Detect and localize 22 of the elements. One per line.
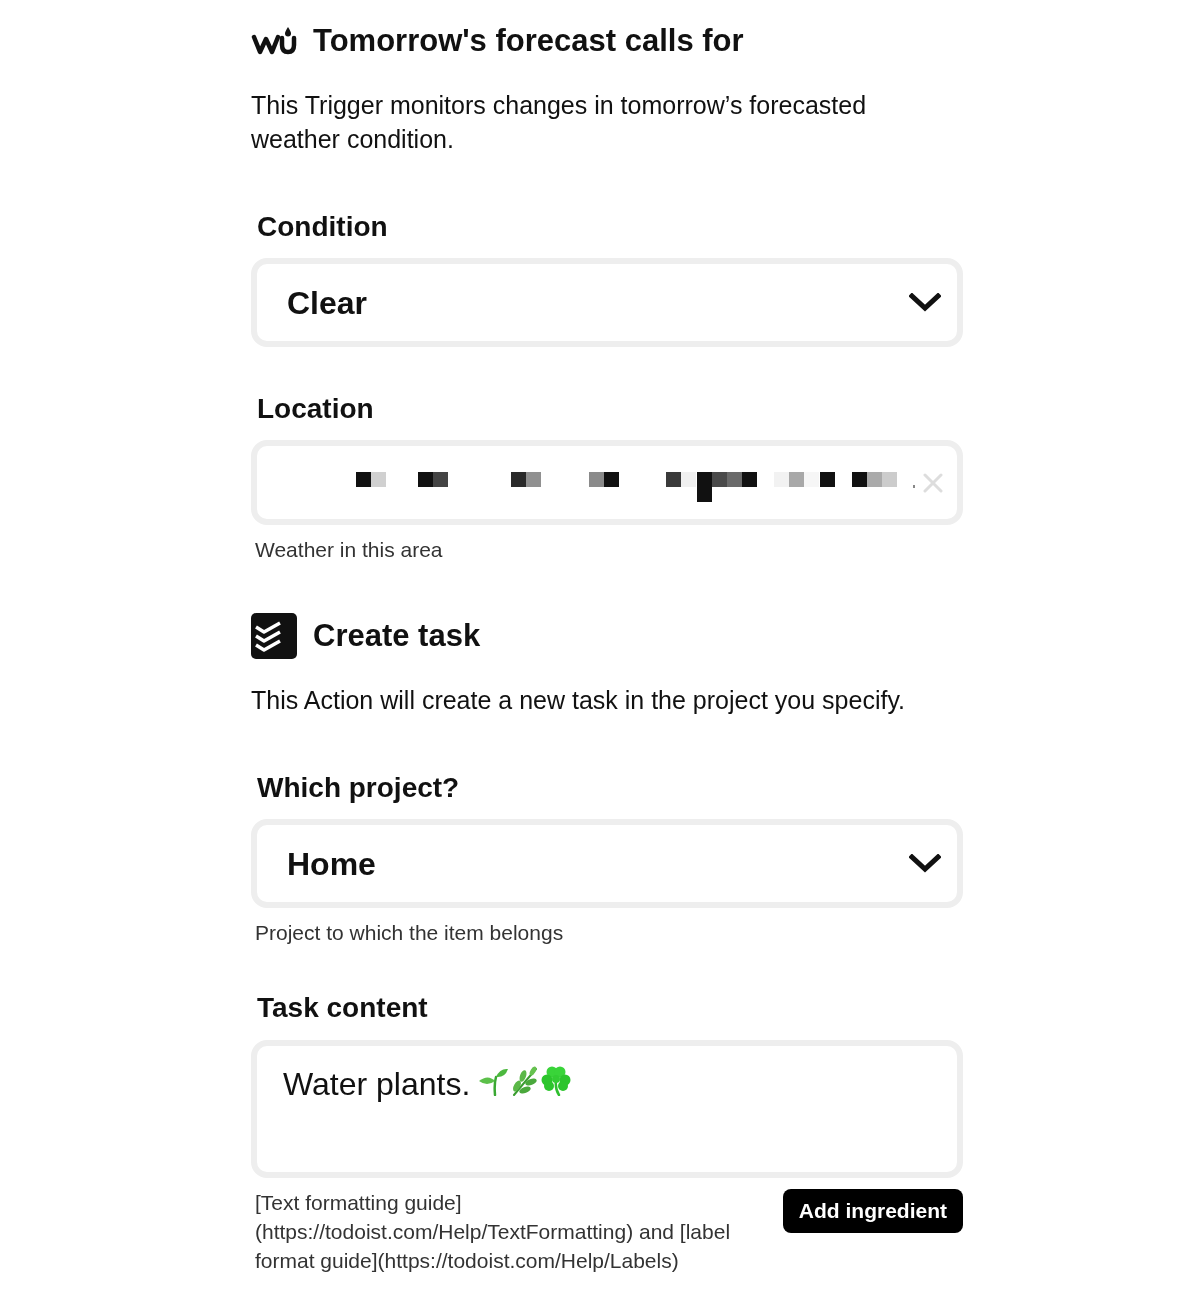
stacked-chevrons-logo-icon bbox=[251, 613, 297, 659]
action-description: This Action will create a new task in the project you specify. bbox=[251, 685, 906, 716]
helper-text: [Text formatting guide](https://todoist.com/Help/TextFormatting) and [label format guide](https://todoist.com/Help/Labels) bbox=[254, 1190, 732, 1274]
helper-text: Project to which the item belongs bbox=[254, 920, 565, 946]
shamrock-icon bbox=[540, 1066, 573, 1096]
select-field[interactable]: Clear bbox=[251, 258, 963, 347]
add-ingredient-button[interactable]: Add ingredient bbox=[782, 1189, 963, 1233]
weather-logo-icon bbox=[251, 26, 297, 56]
task-content-field[interactable]: Water plants. bbox=[251, 1040, 963, 1178]
field-label: Task content bbox=[256, 992, 429, 1024]
action-title: Create task bbox=[313, 618, 481, 654]
field-label: Which project? bbox=[256, 772, 461, 804]
select-field[interactable]: Home bbox=[251, 819, 963, 908]
chevron-down-icon bbox=[909, 292, 941, 313]
helper-text: Weather in this area bbox=[254, 537, 444, 563]
sprout-icon bbox=[478, 1066, 509, 1096]
field-label: Condition bbox=[256, 211, 389, 243]
trigger-description: This Trigger monitors changes in tomorrow’s forecasted weather condition. bbox=[251, 90, 868, 155]
location-field[interactable] bbox=[251, 440, 963, 525]
trigger-title: Tomorrow's forecast calls for bbox=[313, 23, 744, 59]
chevron-down-icon bbox=[909, 853, 941, 874]
field-label: Location bbox=[256, 393, 375, 425]
